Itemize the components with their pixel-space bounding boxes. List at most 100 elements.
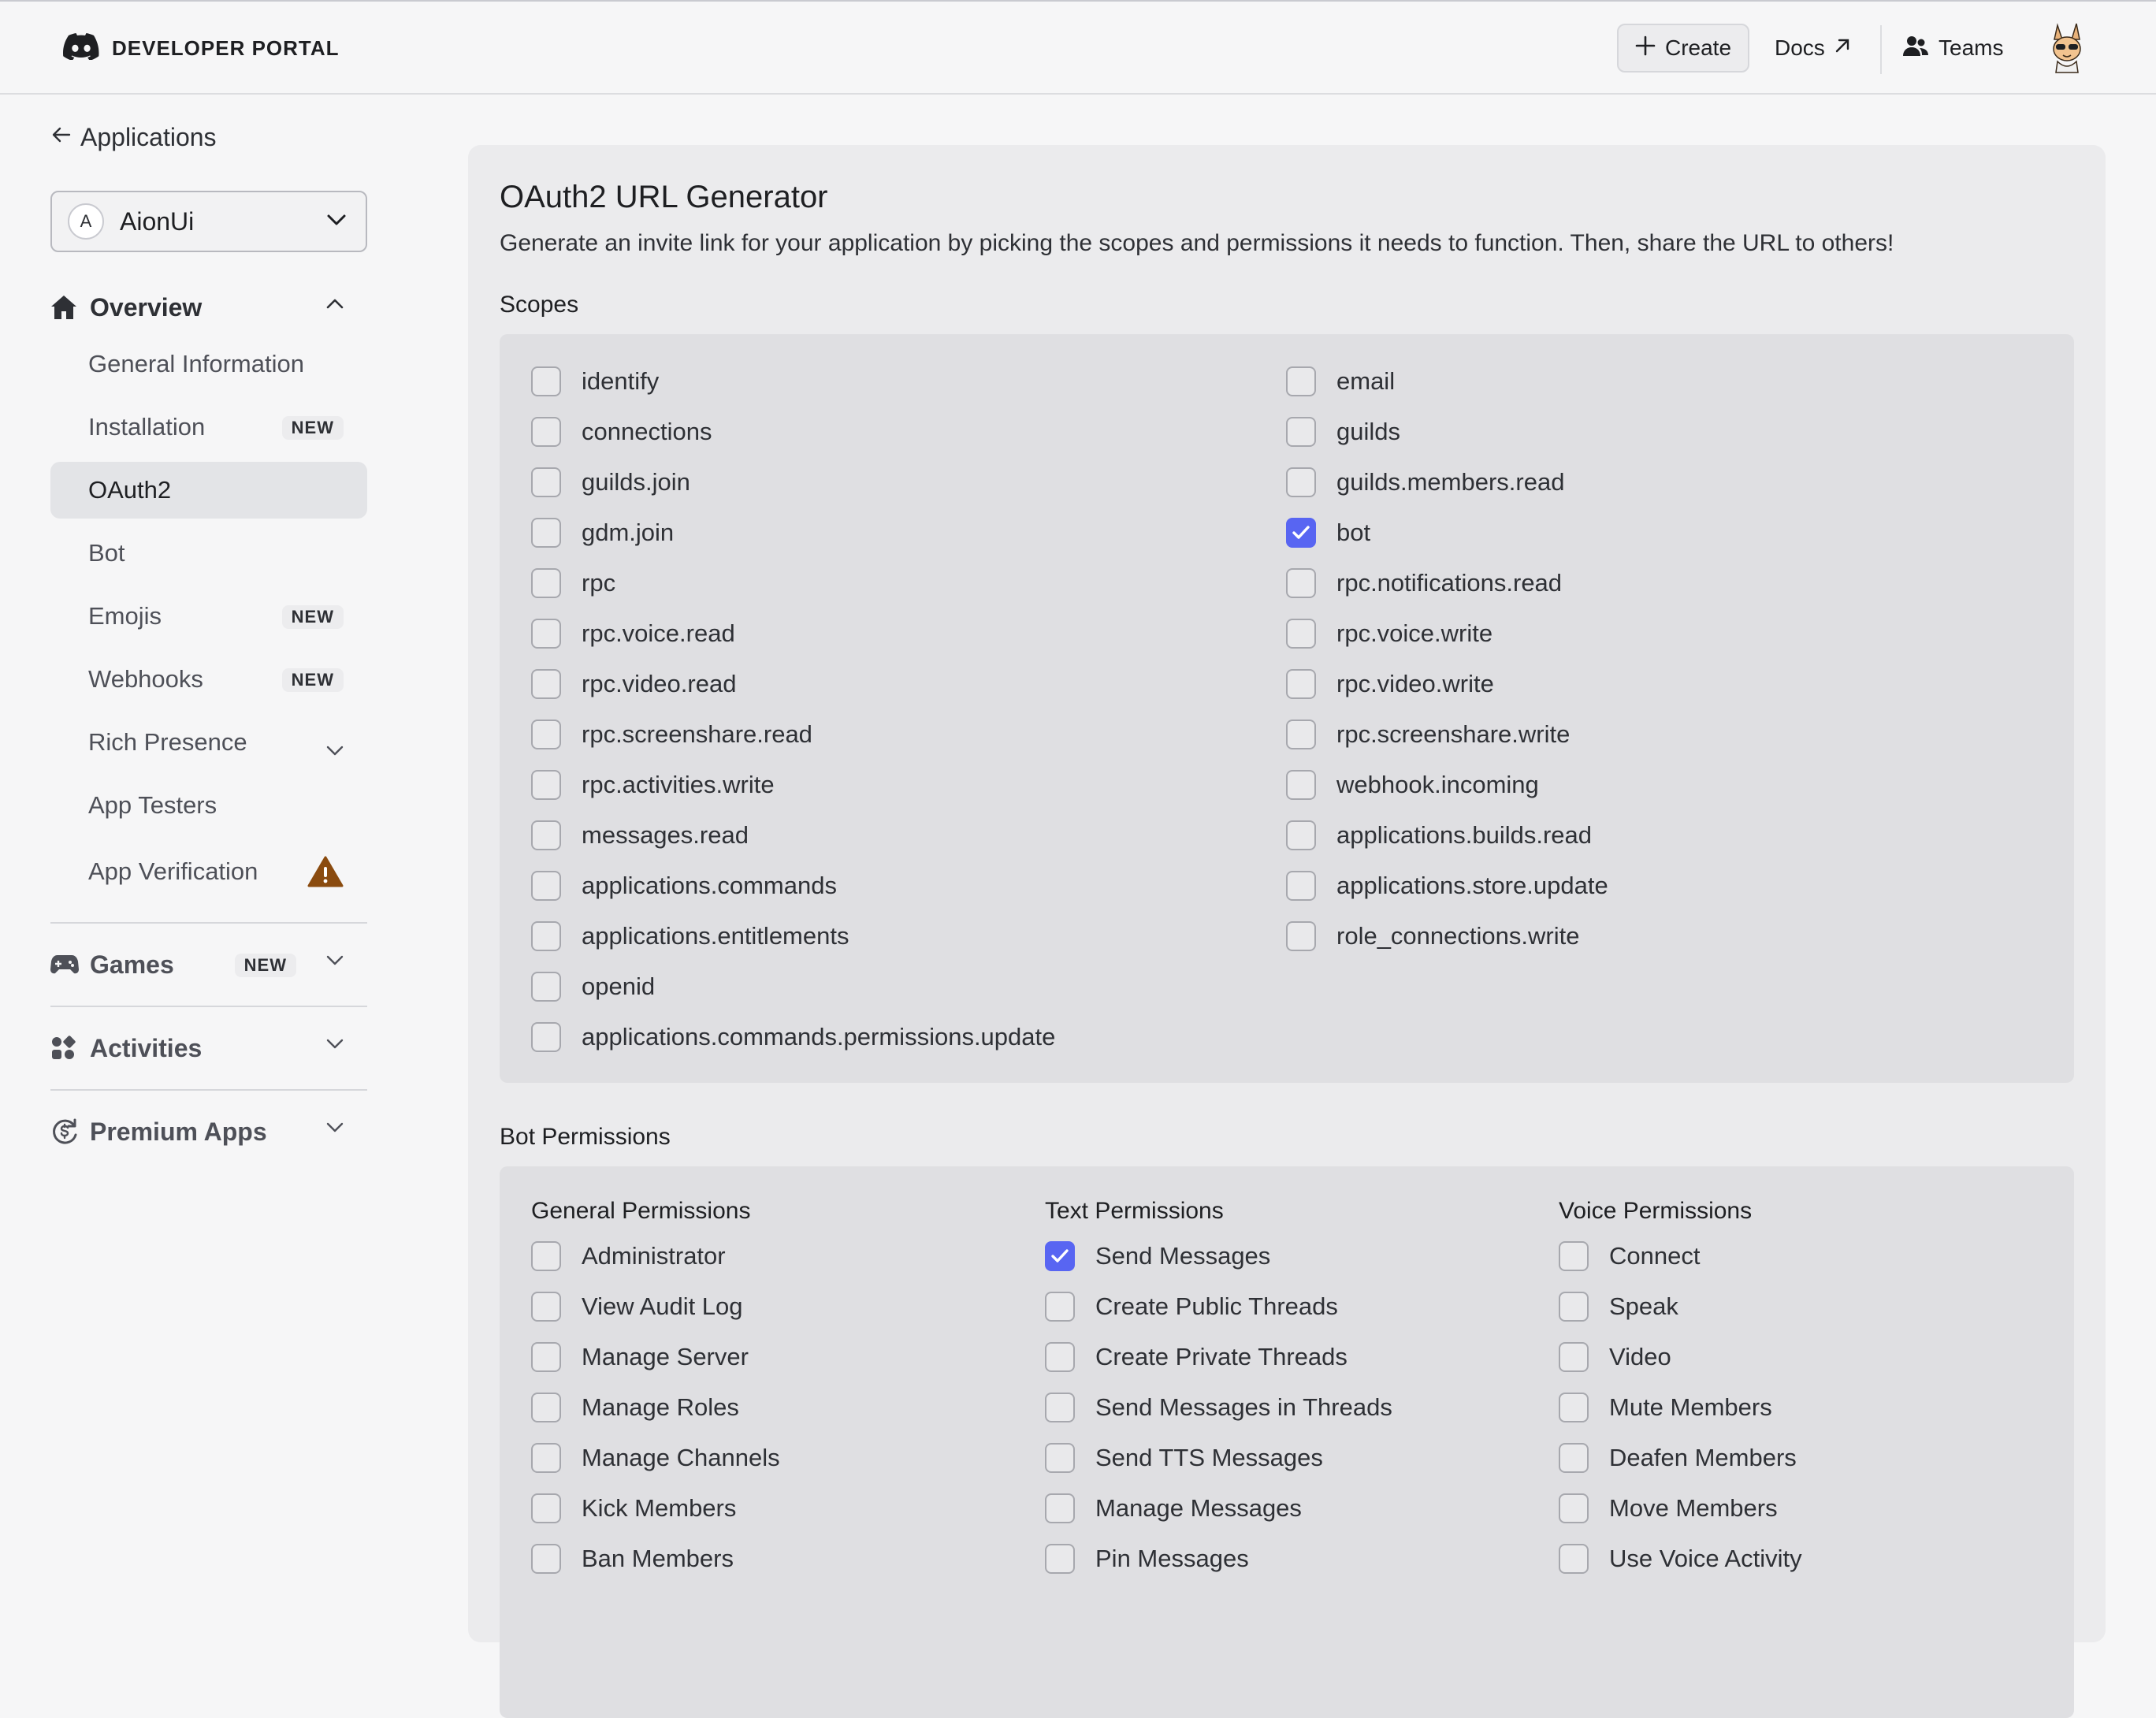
- scope-guilds-join[interactable]: guilds.join: [531, 465, 690, 500]
- checkbox[interactable]: [531, 770, 561, 800]
- checkbox[interactable]: [1045, 1393, 1075, 1422]
- scope-openid[interactable]: openid: [531, 969, 655, 1004]
- checkbox[interactable]: [531, 1493, 561, 1523]
- nav-section-games[interactable]: Games NEW: [50, 941, 367, 988]
- scope-webhook-incoming[interactable]: webhook.incoming: [1286, 768, 1539, 802]
- permission-manage-messages[interactable]: Manage Messages: [1045, 1491, 1302, 1526]
- checkbox[interactable]: [1286, 871, 1316, 901]
- scope-rpc-video-read[interactable]: rpc.video.read: [531, 667, 736, 701]
- permission-use-voice-activity[interactable]: Use Voice Activity: [1559, 1541, 1802, 1576]
- scope-rpc-screenshare-write[interactable]: rpc.screenshare.write: [1286, 717, 1570, 752]
- teams-button[interactable]: Teams: [1902, 24, 2020, 73]
- permission-mute-members[interactable]: Mute Members: [1559, 1390, 1772, 1425]
- scope-identify[interactable]: identify: [531, 364, 659, 399]
- permission-connect[interactable]: Connect: [1559, 1239, 1700, 1274]
- checkbox[interactable]: [1286, 467, 1316, 497]
- scope-connections[interactable]: connections: [531, 415, 712, 449]
- checkbox[interactable]: [531, 467, 561, 497]
- checkbox[interactable]: [531, 417, 561, 447]
- checkbox[interactable]: [531, 1241, 561, 1271]
- scope-bot[interactable]: bot: [1286, 515, 1370, 550]
- checkbox[interactable]: [1045, 1292, 1075, 1322]
- checkbox[interactable]: [1559, 1443, 1589, 1473]
- create-button[interactable]: Create: [1617, 24, 1749, 73]
- checkbox[interactable]: [531, 619, 561, 649]
- permission-send-messages-in-threads[interactable]: Send Messages in Threads: [1045, 1390, 1392, 1425]
- scope-gdm-join[interactable]: gdm.join: [531, 515, 674, 550]
- checkbox[interactable]: [1286, 568, 1316, 598]
- scope-guilds-members-read[interactable]: guilds.members.read: [1286, 465, 1564, 500]
- sidebar-item-app-testers[interactable]: App Testers: [50, 777, 367, 834]
- checkbox[interactable]: [1286, 770, 1316, 800]
- scope-applications-commands-permissions-update[interactable]: applications.commands.permissions.update: [531, 1020, 1055, 1054]
- permission-send-messages[interactable]: Send Messages: [1045, 1239, 1270, 1274]
- checkbox[interactable]: [1286, 921, 1316, 951]
- scope-rpc[interactable]: rpc: [531, 566, 615, 601]
- back-to-applications-link[interactable]: Applications: [50, 123, 217, 152]
- checkbox[interactable]: [531, 1443, 561, 1473]
- permission-ban-members[interactable]: Ban Members: [531, 1541, 734, 1576]
- checkbox[interactable]: [1286, 720, 1316, 749]
- permission-pin-messages[interactable]: Pin Messages: [1045, 1541, 1249, 1576]
- checkbox[interactable]: [531, 921, 561, 951]
- scope-applications-store-update[interactable]: applications.store.update: [1286, 868, 1608, 903]
- permission-move-members[interactable]: Move Members: [1559, 1491, 1778, 1526]
- checkbox[interactable]: [531, 568, 561, 598]
- scope-applications-commands[interactable]: applications.commands: [531, 868, 837, 903]
- sidebar-item-webhooks[interactable]: Webhooks NEW: [50, 651, 367, 708]
- checkbox[interactable]: [531, 669, 561, 699]
- checkbox[interactable]: [531, 518, 561, 548]
- permission-manage-roles[interactable]: Manage Roles: [531, 1390, 739, 1425]
- sidebar-item-installation[interactable]: Installation NEW: [50, 399, 367, 456]
- scope-rpc-activities-write[interactable]: rpc.activities.write: [531, 768, 775, 802]
- nav-section-overview[interactable]: Overview: [50, 284, 367, 331]
- nav-section-premium-apps[interactable]: Premium Apps: [50, 1108, 367, 1155]
- checkbox[interactable]: [1045, 1342, 1075, 1372]
- checkbox-checked[interactable]: [1286, 518, 1316, 548]
- scope-applications-entitlements[interactable]: applications.entitlements: [531, 919, 849, 954]
- sidebar-item-rich-presence[interactable]: Rich Presence: [50, 714, 367, 771]
- checkbox[interactable]: [531, 871, 561, 901]
- permission-manage-server[interactable]: Manage Server: [531, 1340, 749, 1374]
- checkbox[interactable]: [531, 1544, 561, 1574]
- checkbox[interactable]: [1559, 1393, 1589, 1422]
- checkbox[interactable]: [1559, 1342, 1589, 1372]
- checkbox[interactable]: [1286, 366, 1316, 396]
- scope-rpc-voice-write[interactable]: rpc.voice.write: [1286, 616, 1492, 651]
- scope-rpc-voice-read[interactable]: rpc.voice.read: [531, 616, 735, 651]
- docs-link[interactable]: Docs: [1762, 24, 1857, 73]
- scope-messages-read[interactable]: messages.read: [531, 818, 749, 853]
- checkbox[interactable]: [531, 1393, 561, 1422]
- scope-rpc-screenshare-read[interactable]: rpc.screenshare.read: [531, 717, 812, 752]
- permission-kick-members[interactable]: Kick Members: [531, 1491, 736, 1526]
- sidebar-item-app-verification[interactable]: App Verification: [50, 843, 367, 900]
- checkbox[interactable]: [1286, 669, 1316, 699]
- scope-role-connections-write[interactable]: role_connections.write: [1286, 919, 1579, 954]
- scope-guilds[interactable]: guilds: [1286, 415, 1400, 449]
- sidebar-item-emojis[interactable]: Emojis NEW: [50, 588, 367, 645]
- sidebar-item-bot[interactable]: Bot: [50, 525, 367, 582]
- permission-deafen-members[interactable]: Deafen Members: [1559, 1441, 1797, 1475]
- permission-administrator[interactable]: Administrator: [531, 1239, 726, 1274]
- permission-create-private-threads[interactable]: Create Private Threads: [1045, 1340, 1348, 1374]
- permission-create-public-threads[interactable]: Create Public Threads: [1045, 1289, 1338, 1324]
- scope-email[interactable]: email: [1286, 364, 1395, 399]
- checkbox[interactable]: [531, 1292, 561, 1322]
- checkbox[interactable]: [1286, 820, 1316, 850]
- checkbox[interactable]: [1045, 1493, 1075, 1523]
- permission-send-tts-messages[interactable]: Send TTS Messages: [1045, 1441, 1323, 1475]
- sidebar-item-general-information[interactable]: General Information: [50, 336, 367, 392]
- user-avatar[interactable]: [2041, 22, 2093, 74]
- checkbox[interactable]: [1559, 1544, 1589, 1574]
- permission-video[interactable]: Video: [1559, 1340, 1671, 1374]
- checkbox[interactable]: [531, 720, 561, 749]
- permission-speak[interactable]: Speak: [1559, 1289, 1678, 1324]
- nav-section-activities[interactable]: Activities: [50, 1024, 367, 1072]
- scope-rpc-notifications-read[interactable]: rpc.notifications.read: [1286, 566, 1562, 601]
- checkbox[interactable]: [1559, 1493, 1589, 1523]
- checkbox[interactable]: [531, 1022, 561, 1052]
- checkbox[interactable]: [1286, 417, 1316, 447]
- checkbox[interactable]: [531, 366, 561, 396]
- permission-view-audit-log[interactable]: View Audit Log: [531, 1289, 743, 1324]
- scope-rpc-video-write[interactable]: rpc.video.write: [1286, 667, 1494, 701]
